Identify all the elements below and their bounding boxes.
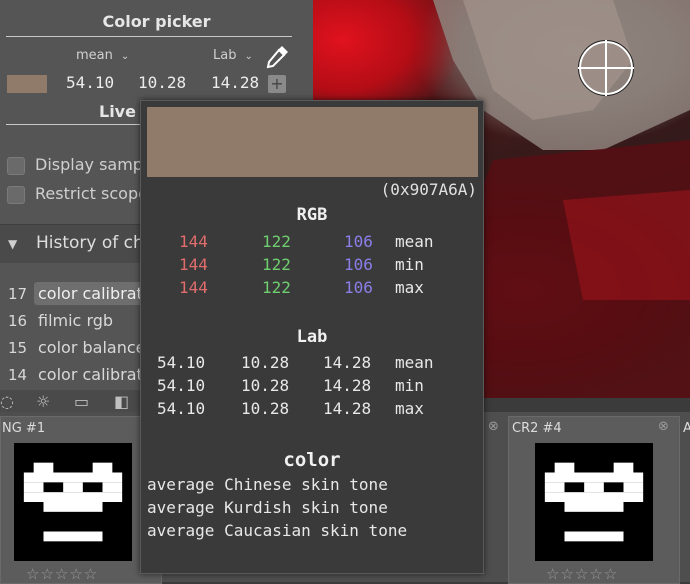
monitor-icon[interactable]: ▭: [74, 392, 89, 411]
history-item-name: filmic rgb: [38, 311, 114, 330]
color-picker-title: Color picker: [102, 12, 211, 31]
history-item-name: color balance: [38, 338, 146, 357]
history-item[interactable]: 15 color balance: [8, 338, 149, 357]
collapse-triangle-icon: ▼: [8, 237, 18, 251]
display-samples-label: Display sample: [35, 155, 158, 174]
hex-value: (0x907A6A): [380, 180, 477, 199]
lab-stat: mean: [395, 353, 434, 372]
tooltip-swatch: [147, 107, 478, 177]
rgb-b: 106: [344, 232, 373, 251]
lab-a: 10.28: [241, 399, 290, 418]
quadrant-icon[interactable]: ◧: [114, 392, 129, 411]
color-info-tooltip: (0x907A6A) RGB 144 122 106 mean 144 122 …: [140, 100, 484, 574]
lab-stat: max: [395, 399, 424, 418]
eyedropper-icon[interactable]: [262, 42, 292, 72]
lab-b: 14.28: [323, 376, 372, 395]
rgb-row: 144 122 106 min: [141, 255, 483, 275]
lab-b: 14.28: [323, 399, 372, 418]
lab-row: 54.10 10.28 14.28 min: [141, 376, 483, 396]
sample-swatch[interactable]: [7, 75, 47, 93]
skin-tone-line: average Caucasian skin tone: [147, 521, 408, 540]
circles-icon[interactable]: ◌: [0, 392, 14, 411]
history-item-number: 16: [8, 312, 28, 330]
lab-a: 10.28: [241, 353, 290, 372]
restrict-scope-row[interactable]: Restrict scope: [7, 184, 148, 204]
history-item[interactable]: 17 color calibrati: [8, 282, 152, 305]
rgb-row: 144 122 106 mean: [141, 232, 483, 252]
picker-value-l: 54.10: [66, 73, 115, 92]
lab-stat: min: [395, 376, 424, 395]
reject-icon[interactable]: ⊗: [488, 419, 499, 434]
rgb-r: 144: [179, 255, 208, 274]
history-item-name: color calibrati: [34, 282, 152, 305]
display-samples-checkbox[interactable]: [7, 156, 25, 175]
divider: [6, 36, 292, 37]
lab-l: 54.10: [157, 399, 206, 418]
skin-tone-line: average Chinese skin tone: [147, 475, 388, 494]
history-item-number: 17: [8, 285, 28, 303]
rgb-r: 144: [179, 278, 208, 297]
chevron-down-icon: ⌄: [244, 51, 253, 62]
rgb-row: 144 122 106 max: [141, 278, 483, 298]
color-title: color: [283, 449, 341, 471]
lab-a: 10.28: [241, 376, 290, 395]
rgb-g: 122: [262, 278, 291, 297]
rgb-stat: max: [395, 278, 424, 297]
thumbnail-label: CR2 #4: [512, 421, 562, 436]
picker-value-b: 14.28: [211, 73, 260, 92]
restrict-scope-label: Restrict scope: [35, 184, 148, 203]
lab-l: 54.10: [157, 376, 206, 395]
display-samples-row[interactable]: Display sample: [7, 155, 157, 175]
lab-row: 54.10 10.28 14.28 mean: [141, 353, 483, 373]
rgb-title: RGB: [296, 205, 328, 225]
thumbnail-image[interactable]: [14, 443, 132, 561]
thumbnail-image[interactable]: [535, 443, 653, 561]
rgb-b: 106: [344, 278, 373, 297]
add-sample-button[interactable]: +: [268, 75, 286, 93]
lab-b: 14.28: [323, 353, 372, 372]
history-item-name: color calibrati: [38, 365, 148, 384]
crosshair-icon[interactable]: [576, 38, 636, 98]
lab-l: 54.10: [157, 353, 206, 372]
history-item[interactable]: 16 filmic rgb: [8, 311, 117, 330]
star-rating[interactable]: ☆☆☆☆☆: [26, 565, 98, 583]
stat-mode-label: mean: [76, 48, 113, 63]
color-mode-select[interactable]: Lab ⌄: [213, 48, 253, 63]
restrict-scope-checkbox[interactable]: [7, 185, 25, 204]
rgb-stat: min: [395, 255, 424, 274]
thumbnail-label: A: [683, 421, 690, 436]
history-item-number: 14: [8, 366, 28, 384]
skin-tone-line: average Kurdish skin tone: [147, 498, 388, 517]
star-rating[interactable]: ☆☆☆☆☆: [546, 565, 618, 583]
rgb-g: 122: [262, 232, 291, 251]
rgb-r: 144: [179, 232, 208, 251]
color-mode-label: Lab: [213, 48, 237, 63]
rgb-g: 122: [262, 255, 291, 274]
lab-row: 54.10 10.28 14.28 max: [141, 399, 483, 419]
rgb-stat: mean: [395, 232, 434, 251]
bulb-icon[interactable]: ☼: [36, 392, 50, 411]
lab-title: Lab: [296, 327, 328, 347]
thumbnail-label: NG #1: [2, 421, 46, 436]
history-item[interactable]: 14 color calibrati: [8, 365, 151, 384]
chevron-down-icon: ⌄: [120, 51, 130, 62]
picker-value-a: 10.28: [138, 73, 187, 92]
history-title: History of cha: [36, 233, 155, 253]
rgb-b: 106: [344, 255, 373, 274]
reject-icon[interactable]: ⊗: [658, 419, 669, 434]
stat-mode-select[interactable]: mean ⌄: [76, 48, 129, 63]
history-item-number: 15: [8, 339, 28, 357]
